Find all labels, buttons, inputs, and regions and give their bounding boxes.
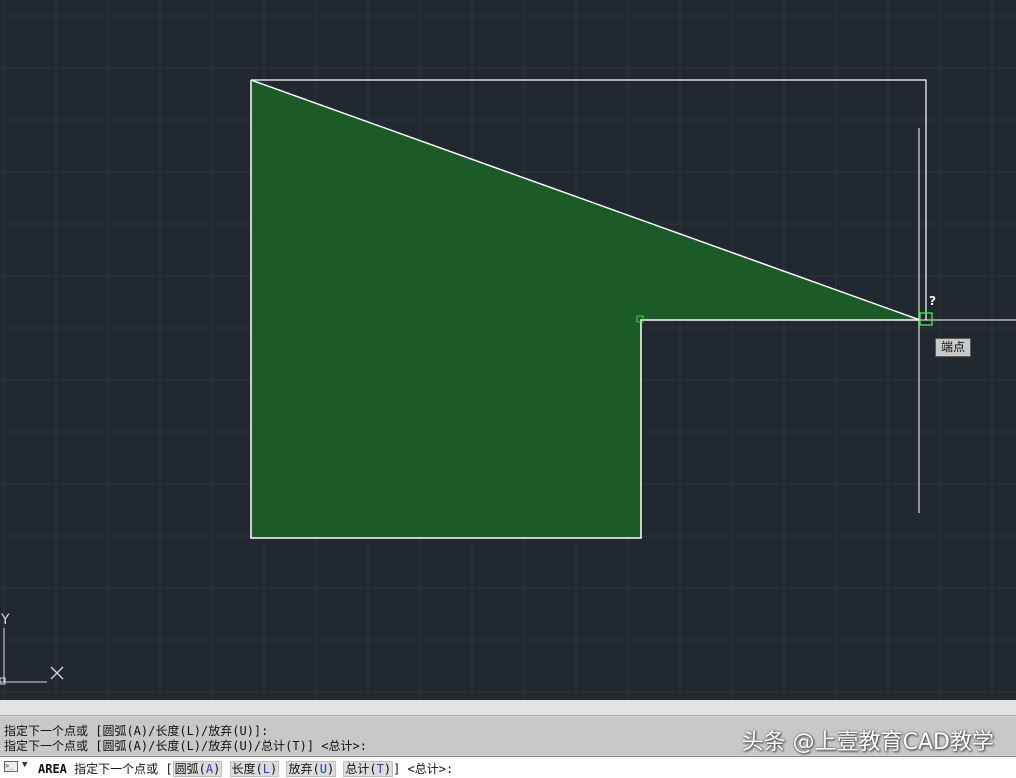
history-line-2: 指定下一个点或 [圆弧(A)/长度(L)/放弃(U)/总计(T)] <总计>:	[4, 739, 367, 753]
option-undo-key: U	[319, 762, 327, 776]
cursor-question-glyph: ?	[929, 294, 936, 308]
option-undo-label: 放弃(	[288, 762, 320, 776]
option-arc-key: A	[205, 762, 214, 776]
ucs-y-label: Y	[1, 612, 10, 628]
option-total-label: 总计(	[345, 762, 377, 776]
option-length[interactable]: 长度(L)	[229, 761, 280, 777]
ucs-icon	[0, 628, 64, 685]
option-undo[interactable]: 放弃(U)	[286, 761, 337, 777]
option-arc-label: 圆弧(	[174, 762, 206, 776]
endpoint-snap-tooltip: 端点	[935, 338, 971, 357]
hatched-area-polygon[interactable]	[251, 80, 920, 538]
triangle-down-icon[interactable]: ▼	[22, 760, 27, 770]
prompt-text: 指定下一个点或 [	[74, 762, 173, 776]
model-space[interactable]	[0, 0, 1016, 700]
option-arc-close: )	[213, 762, 221, 776]
watermark: 头条 @上壹教育CAD教学	[741, 730, 994, 755]
command-name: AREA	[38, 762, 67, 776]
command-window-splitter[interactable]	[0, 700, 1016, 716]
command-input-line[interactable]: >_ ▼ AREA 指定下一个点或 [圆弧(A) 长度(L) 放弃(U) 总计(…	[0, 756, 1016, 778]
option-total[interactable]: 总计(T)	[343, 761, 394, 777]
command-window: 指定下一个点或 [圆弧(A)/长度(L)/放弃(U)]: 指定下一个点或 [圆弧…	[0, 700, 1016, 778]
terminal-icon[interactable]: >_	[4, 761, 18, 772]
option-total-key: T	[376, 762, 384, 776]
option-length-close: )	[270, 762, 278, 776]
command-prompt: AREA 指定下一个点或 [圆弧(A) 长度(L) 放弃(U) 总计(T)] <…	[38, 760, 453, 777]
drawing-canvas[interactable]: ? 端点 Y	[0, 0, 1016, 700]
prompt-suffix: ] <总计>:	[393, 762, 454, 776]
option-length-key: L	[262, 762, 270, 776]
option-arc[interactable]: 圆弧(A)	[172, 761, 223, 777]
option-length-label: 长度(	[231, 762, 263, 776]
option-undo-close: )	[326, 762, 335, 776]
option-total-close: )	[383, 762, 392, 776]
